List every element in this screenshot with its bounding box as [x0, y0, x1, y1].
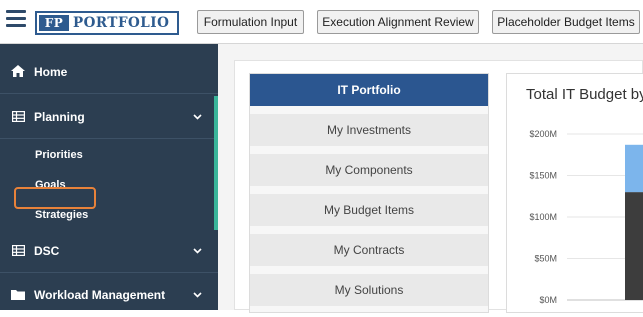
- tab-execution-alignment-review[interactable]: Execution Alignment Review: [317, 10, 479, 34]
- tab-placeholder-budget-items[interactable]: Placeholder Budget Items: [492, 10, 640, 34]
- folder-icon: [11, 273, 25, 317]
- sidebar-subitem-priorities[interactable]: Priorities: [0, 140, 218, 170]
- portfolio-item-my-budget-items[interactable]: My Budget Items: [250, 194, 488, 226]
- sidebar-item-label: Planning: [34, 110, 85, 124]
- grid-table-icon: [11, 95, 25, 139]
- chart-canvas: $200M $150M $100M $50M $0M: [529, 129, 643, 305]
- dashboard-panel: IT Portfolio My Investments My Component…: [234, 60, 643, 313]
- sidebar-item-label: Workload Management: [34, 288, 166, 302]
- sidebar-item-label: DSC: [34, 244, 60, 258]
- chart-bar-segment-1[interactable]: [625, 192, 643, 300]
- sidebar-item-home[interactable]: Home: [0, 50, 218, 94]
- sidebar-subitem-goals[interactable]: Goals: [0, 170, 218, 200]
- budget-chart: Total IT Budget by $200M $150M $100M $50M $0…: [506, 73, 643, 313]
- portfolio-item-my-solutions[interactable]: My Solutions: [250, 274, 488, 306]
- tab-formulation-input[interactable]: Formulation Input: [197, 10, 304, 34]
- sidebar-item-workload-management[interactable]: Workload Management: [0, 273, 218, 317]
- portfolio-item-my-contracts[interactable]: My Contracts: [250, 234, 488, 266]
- sidebar: Home Planning Priorities Goals Strategie…: [0, 44, 218, 310]
- sidebar-subitem-label: Goals: [35, 179, 66, 191]
- chevron-down-icon: [193, 229, 202, 273]
- chart-y-tick-label: $100M: [529, 212, 557, 222]
- logo-text: PORTFOLIO: [73, 15, 170, 31]
- menu-icon[interactable]: [6, 10, 26, 28]
- chevron-down-icon: [193, 95, 202, 139]
- chart-y-tick-label: $0M: [539, 295, 557, 305]
- sidebar-subitem-strategies[interactable]: Strategies: [0, 200, 218, 230]
- chart-y-tick-label: $200M: [529, 129, 557, 139]
- home-icon: [11, 50, 25, 94]
- chart-y-tick-label: $150M: [529, 171, 557, 181]
- sidebar-subitem-label: Strategies: [35, 209, 89, 221]
- portfolio-menu: IT Portfolio My Investments My Component…: [249, 73, 489, 313]
- logo-fp-mark: FP: [39, 15, 69, 31]
- chart-bar-segment-2[interactable]: [625, 144, 643, 193]
- main-content: IT Portfolio My Investments My Component…: [218, 44, 643, 313]
- sidebar-item-label: Home: [34, 65, 68, 79]
- chevron-down-icon: [193, 273, 202, 317]
- sidebar-item-planning[interactable]: Planning: [0, 95, 218, 139]
- sidebar-item-dsc[interactable]: DSC: [0, 229, 218, 273]
- top-header: FP PORTFOLIO Formulation Input Execution…: [0, 0, 643, 44]
- chart-y-tick-label: $50M: [534, 254, 557, 264]
- app-logo[interactable]: FP PORTFOLIO: [35, 11, 179, 35]
- portfolio-item-my-components[interactable]: My Components: [250, 154, 488, 186]
- grid-table-icon: [11, 229, 25, 273]
- sidebar-subitem-label: Priorities: [35, 149, 83, 161]
- portfolio-item-it-portfolio[interactable]: IT Portfolio: [250, 74, 488, 106]
- portfolio-item-my-investments[interactable]: My Investments: [250, 114, 488, 146]
